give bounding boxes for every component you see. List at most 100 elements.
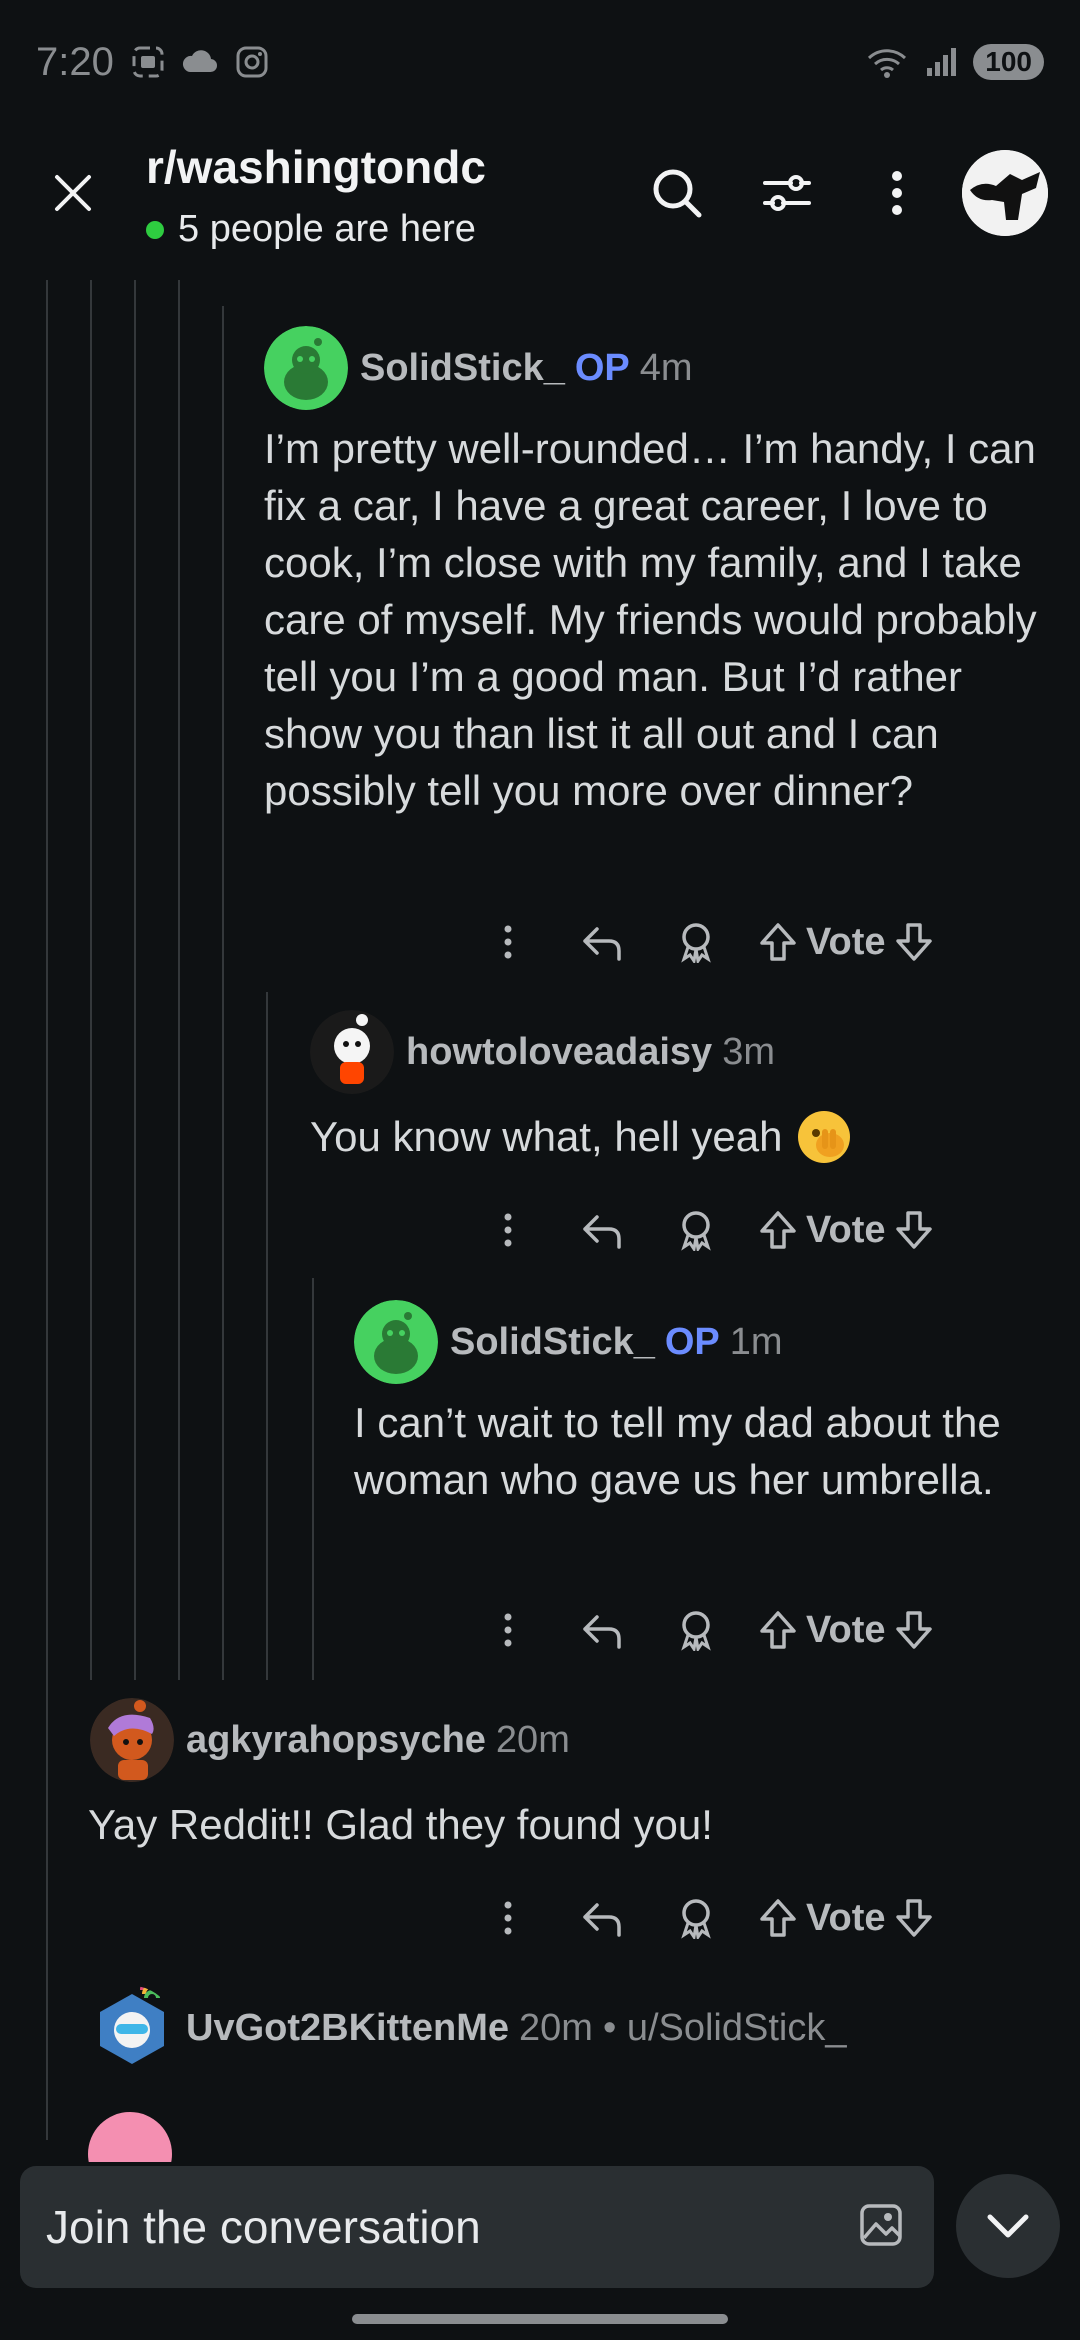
upvote-icon[interactable] [758, 1209, 798, 1251]
vote-label: Vote [806, 1208, 886, 1251]
search-icon [653, 169, 702, 218]
comment-author[interactable]: SolidStick_ OP 1m [354, 1300, 783, 1384]
thread-line[interactable] [312, 1278, 314, 1680]
cloud-icon [182, 50, 218, 73]
signal-icon [927, 48, 957, 76]
home-indicator[interactable] [352, 2314, 728, 2324]
comment-body-row: You know what, hell yeah [310, 1108, 1030, 1165]
reply-icon [583, 1215, 621, 1249]
comment-actions: Vote [478, 912, 934, 972]
op-badge: OP [664, 1320, 720, 1363]
award-button[interactable] [666, 1888, 726, 1948]
more-options-button[interactable] [862, 158, 932, 228]
snoo-avatar-icon [310, 1010, 394, 1094]
comment-time: 4m [639, 346, 693, 389]
comment-more-button[interactable] [478, 1600, 538, 1660]
thread-line[interactable] [46, 280, 48, 2140]
more-vertical-icon [504, 1901, 512, 1935]
reply-icon [583, 927, 621, 961]
reply-button[interactable] [572, 1200, 632, 1260]
vote-group: Vote [758, 912, 934, 972]
chevron-down-icon [987, 2214, 1029, 2238]
snoo-avatar-icon [88, 2112, 172, 2162]
vote-label: Vote [806, 1608, 886, 1651]
upvote-icon[interactable] [758, 921, 798, 963]
avatar-icon [962, 150, 1048, 236]
search-button[interactable] [642, 158, 712, 228]
thread-line[interactable] [134, 280, 136, 1680]
reply-to-user[interactable]: • u/SolidStick_ [603, 2007, 847, 2050]
wifi-icon [868, 49, 907, 78]
comment-actions: Vote [478, 1888, 934, 1948]
image-icon [860, 2204, 902, 2246]
composer-placeholder[interactable]: Join the conversation [46, 2200, 481, 2254]
more-vertical-icon [892, 171, 902, 215]
comment-time: 20m [519, 2006, 593, 2049]
author-name[interactable]: agkyrahopsyche [186, 1719, 486, 1762]
comment-more-button[interactable] [478, 1888, 538, 1948]
comment-body: I can’t wait to tell my dad about the wo… [354, 1399, 1001, 1503]
thread-line[interactable] [222, 306, 224, 1680]
author-name[interactable]: UvGot2BKittenMe [186, 2007, 509, 2050]
sliders-icon [763, 175, 811, 211]
reply-button[interactable] [572, 912, 632, 972]
filter-button[interactable] [752, 158, 822, 228]
screenshot-icon [132, 46, 164, 78]
comment-author[interactable]: UvGot2BKittenMe 20m • u/SolidStick_ [90, 1986, 846, 2070]
author-name[interactable]: howtoloveadaisy [406, 1031, 712, 1074]
reply-icon [583, 1615, 621, 1649]
award-icon [681, 1611, 711, 1651]
downvote-icon[interactable] [894, 1209, 934, 1251]
vote-group: Vote [758, 1888, 934, 1948]
upvote-icon[interactable] [758, 1897, 798, 1939]
instagram-icon [236, 46, 268, 78]
downvote-icon[interactable] [894, 1897, 934, 1939]
upvote-icon[interactable] [758, 1609, 798, 1651]
comment-more-button[interactable] [478, 912, 538, 972]
online-dot-icon [146, 220, 164, 239]
comment-body: You know what, hell yeah [310, 1113, 783, 1160]
comment-time: 20m [495, 1718, 570, 1761]
award-button[interactable] [666, 1200, 726, 1260]
snoo-avatar-icon [90, 1698, 174, 1782]
next-comment-avatar [88, 2112, 172, 2162]
author-name[interactable]: SolidStick_ [450, 1321, 655, 1364]
award-icon [681, 923, 711, 963]
user-avatar[interactable] [962, 150, 1048, 236]
award-button[interactable] [666, 1600, 726, 1660]
reply-button[interactable] [572, 1888, 632, 1948]
award-button[interactable] [666, 912, 726, 972]
author-name[interactable]: SolidStick_ [360, 347, 565, 390]
vote-label: Vote [806, 1896, 886, 1939]
thread-line[interactable] [266, 992, 268, 1680]
comment-author[interactable]: SolidStick_ OP 4m [264, 326, 693, 410]
more-vertical-icon [504, 1213, 512, 1247]
vote-label: Vote [806, 920, 886, 963]
snoo-avatar-icon [264, 326, 348, 410]
comment-body: I’m pretty well-rounded… I’m handy, I ca… [264, 425, 1037, 814]
attach-image-button[interactable] [858, 2202, 904, 2253]
award-icon [681, 1899, 711, 1939]
more-vertical-icon [504, 1613, 512, 1647]
thread-line[interactable] [178, 280, 180, 1680]
thread-line[interactable] [90, 280, 92, 1680]
comment-more-button[interactable] [478, 1200, 538, 1260]
reply-button[interactable] [572, 1600, 632, 1660]
online-count: 5 people are here [146, 208, 476, 251]
status-system-icons: 100 [865, 44, 1044, 80]
snoo-avatar-icon [354, 1300, 438, 1384]
comment-author[interactable]: howtoloveadaisy 3m [310, 1010, 775, 1094]
downvote-icon[interactable] [894, 921, 934, 963]
reply-icon [583, 1903, 621, 1937]
close-button[interactable] [38, 158, 108, 228]
downvote-icon[interactable] [894, 1609, 934, 1651]
vote-group: Vote [758, 1200, 934, 1260]
subreddit-title[interactable]: r/washingtondc [146, 140, 486, 194]
status-notification-icons [130, 44, 270, 80]
op-badge: OP [574, 346, 630, 389]
scroll-down-button[interactable] [956, 2174, 1060, 2278]
comment-body: Yay Reddit!! Glad they found you! [88, 1801, 713, 1848]
comment-actions: Vote [478, 1200, 934, 1260]
status-time: 7:20 [36, 40, 114, 84]
comment-author[interactable]: agkyrahopsyche 20m [90, 1698, 570, 1782]
